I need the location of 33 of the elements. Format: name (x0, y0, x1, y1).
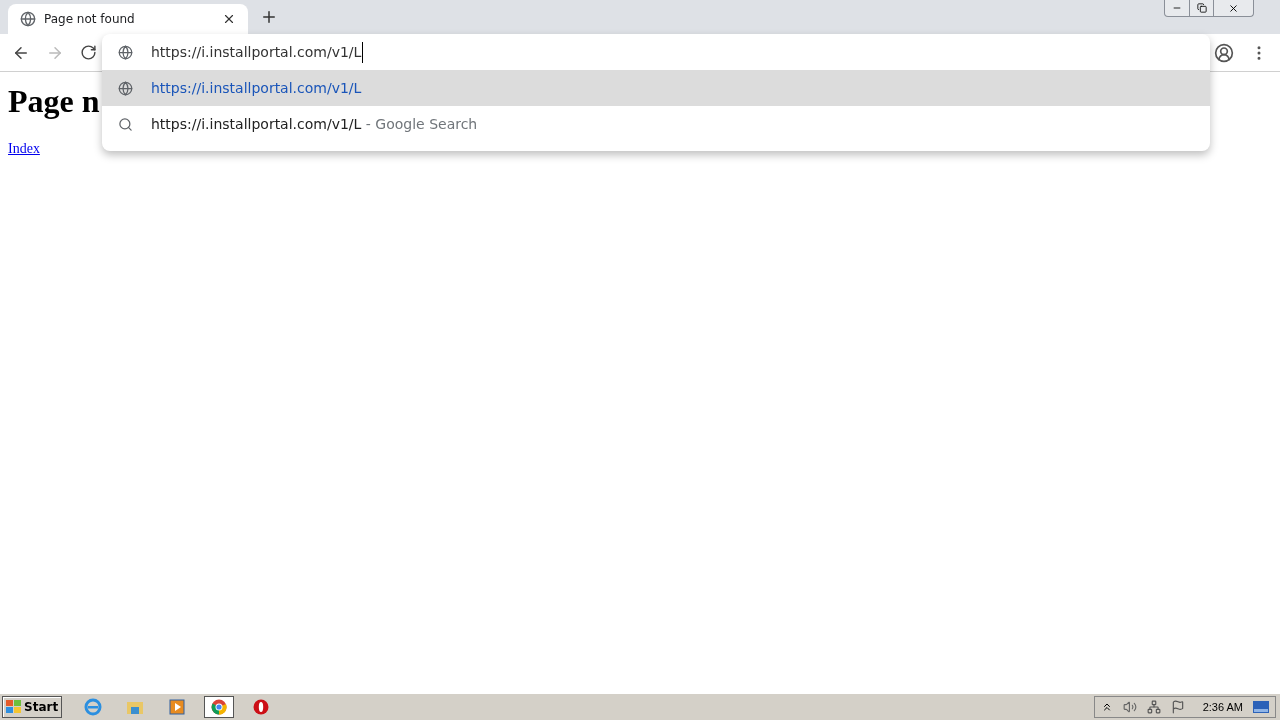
search-icon (118, 116, 133, 132)
flag-icon[interactable] (1170, 700, 1185, 714)
network-icon[interactable] (1146, 700, 1161, 714)
opera-icon (253, 699, 270, 715)
suggestion-item[interactable]: https://i.installportal.com/v1/L - Google Search (102, 106, 1210, 142)
address-field[interactable]: https://i.installportal.com/v1/L (102, 34, 1210, 70)
play-icon (169, 699, 186, 715)
index-link[interactable]: Index (8, 138, 40, 159)
chrome-icon (211, 699, 228, 715)
globe-icon (118, 44, 133, 60)
start-button[interactable]: Start (2, 696, 63, 718)
address-text: https://i.installportal.com/v1/L (151, 41, 364, 63)
tab-title: Page not found (44, 11, 136, 28)
close-icon (1228, 2, 1239, 14)
suggestion-text: https://i.installportal.com/v1/L - Google Search (151, 114, 478, 134)
suggestion-item[interactable]: https://i.installportal.com/v1/L (102, 70, 1210, 106)
speaker-icon[interactable] (1122, 700, 1137, 714)
browser-tab[interactable]: Page not found (8, 4, 248, 34)
clock[interactable]: 2:36 AM (1202, 698, 1243, 716)
desktop-icon[interactable] (1253, 701, 1269, 713)
globe-icon (20, 11, 36, 27)
restore-icon (1196, 3, 1207, 13)
reload-icon[interactable] (80, 44, 97, 61)
windows-logo-icon (6, 700, 22, 714)
close-icon[interactable] (222, 12, 236, 26)
new-tab-icon[interactable] (260, 8, 278, 26)
suggestion-text: https://i.installportal.com/v1/L (151, 78, 362, 98)
browser-e-icon (84, 698, 103, 716)
taskbar-app[interactable] (204, 696, 235, 718)
page-heading: Page n (8, 82, 100, 121)
profile-icon[interactable] (1214, 42, 1234, 63)
globe-icon (118, 80, 133, 96)
folder-icon (126, 699, 145, 715)
